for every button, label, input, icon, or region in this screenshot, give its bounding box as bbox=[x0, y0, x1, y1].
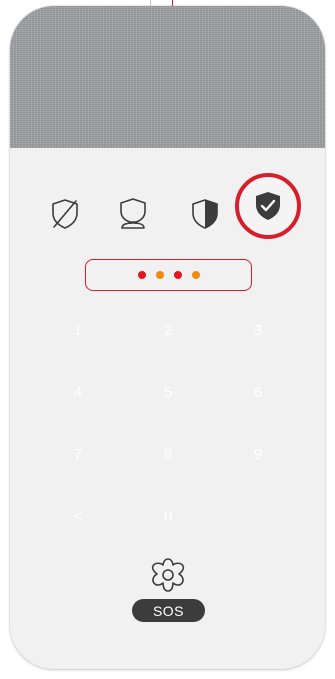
key-9[interactable]: 9 bbox=[228, 434, 288, 474]
backspace-key[interactable]: < bbox=[48, 496, 108, 536]
night-mode-button[interactable] bbox=[113, 194, 153, 234]
sos-button[interactable]: SOS bbox=[132, 599, 205, 622]
shield-night-icon bbox=[120, 198, 146, 229]
key-3[interactable]: 3 bbox=[228, 310, 288, 350]
mode-selector bbox=[10, 173, 325, 246]
key-1[interactable]: 1 bbox=[48, 310, 108, 350]
fabric-panel bbox=[10, 6, 325, 148]
pin-dot bbox=[191, 271, 200, 279]
pin-dot bbox=[137, 271, 146, 279]
key-8[interactable]: 8 bbox=[138, 434, 198, 474]
pin-dot bbox=[173, 271, 182, 279]
key-4[interactable]: 4 bbox=[48, 372, 108, 412]
partial-arm-button[interactable] bbox=[185, 194, 225, 234]
disarm-button[interactable] bbox=[45, 194, 85, 234]
flower-icon[interactable] bbox=[148, 555, 188, 595]
pin-indicator bbox=[85, 259, 252, 291]
shield-check-icon bbox=[256, 192, 280, 220]
key-2[interactable]: 2 bbox=[138, 310, 198, 350]
key-6[interactable]: 6 bbox=[228, 372, 288, 412]
shield-half-icon bbox=[192, 199, 218, 229]
shield-slash-icon bbox=[52, 199, 78, 229]
key-7[interactable]: 7 bbox=[48, 434, 108, 474]
arm-button[interactable] bbox=[235, 173, 301, 239]
key-5[interactable]: 5 bbox=[138, 372, 198, 412]
keypad-device: 1 2 3 4 5 6 7 8 9 < 0 SOS bbox=[10, 6, 325, 669]
flower-icon-svg bbox=[151, 558, 185, 592]
pin-dot bbox=[155, 271, 164, 279]
key-0[interactable]: 0 bbox=[138, 496, 198, 536]
